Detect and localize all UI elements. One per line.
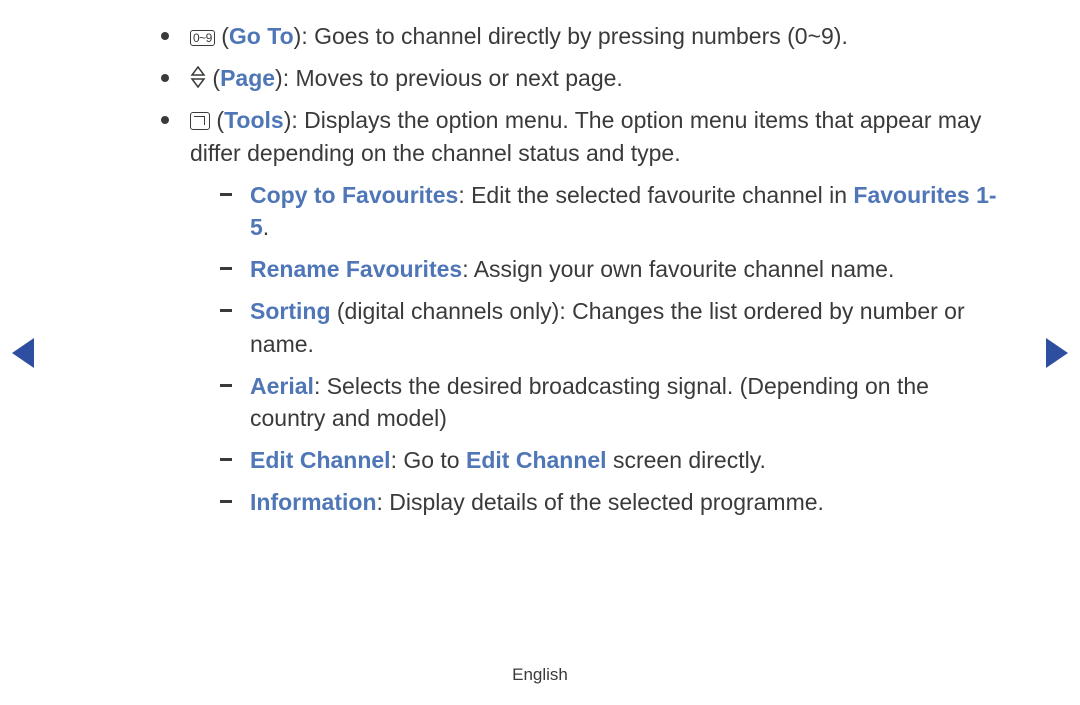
item-tools: (Tools): Displays the option menu. The o… [155,104,1005,518]
edit-ch-desc-b: screen directly. [607,447,766,473]
copy-fav-desc-b: . [263,214,269,240]
edit-ch-inline: Edit Channel [466,447,607,473]
aerial-label: Aerial [250,373,314,399]
page-desc: Moves to previous or next page. [296,65,623,91]
tools-icon [190,112,210,130]
item-page: (Page): Moves to previous or next page. [155,62,1005,94]
footer-language: English [0,665,1080,685]
sub-information: Information: Display details of the sele… [190,486,1005,518]
rename-fav-label: Rename Favourites [250,256,462,282]
sorting-label: Sorting [250,298,331,324]
tools-label: Tools [224,107,284,133]
sub-copy-fav: Copy to Favourites: Edit the selected fa… [190,179,1005,243]
goto-desc: Goes to channel directly by pressing num… [314,23,848,49]
sub-rename-fav: Rename Favourites: Assign your own favou… [190,253,1005,285]
copy-fav-desc-a: : Edit the selected favourite channel in [458,182,853,208]
rename-fav-desc: : Assign your own favourite channel name… [462,256,894,282]
copy-fav-label: Copy to Favourites [250,182,458,208]
edit-ch-desc-a: : Go to [391,447,466,473]
nav-prev-icon[interactable] [12,338,34,368]
edit-ch-label: Edit Channel [250,447,391,473]
manual-content: 0~9 (Go To): Goes to channel directly by… [0,0,1080,518]
goto-label: Go To [229,23,294,49]
info-desc: : Display details of the selected progra… [377,489,824,515]
aerial-desc: : Selects the desired broadcasting signa… [250,373,929,431]
sub-sorting: Sorting (digital channels only): Changes… [190,295,1005,359]
tools-desc: Displays the option menu. The option men… [190,107,981,165]
updown-icon [190,66,206,88]
info-label: Information [250,489,377,515]
sub-aerial: Aerial: Selects the desired broadcasting… [190,370,1005,434]
page-label: Page [220,65,275,91]
nav-next-icon[interactable] [1046,338,1068,368]
num-range-icon: 0~9 [190,30,215,46]
sub-edit-channel: Edit Channel: Go to Edit Channel screen … [190,444,1005,476]
sorting-note: (digital channels only) [331,298,560,324]
item-goto: 0~9 (Go To): Goes to channel directly by… [155,20,1005,52]
